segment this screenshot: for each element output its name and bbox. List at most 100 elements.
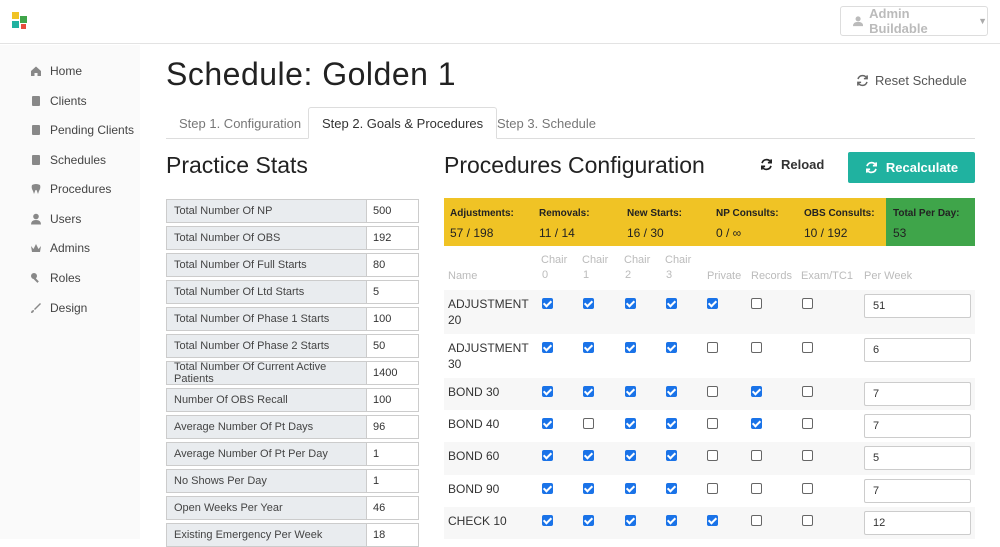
procedure-checkbox[interactable] <box>707 483 718 494</box>
stat-row: Total Number Of NP 500 <box>166 199 419 223</box>
sidebar-item-roles[interactable]: Roles <box>30 268 81 288</box>
sidebar-item-clients[interactable]: Clients <box>30 91 87 111</box>
procedure-checkbox[interactable] <box>583 483 594 494</box>
procedure-checkbox[interactable] <box>542 418 553 429</box>
per-week-input[interactable]: 7 <box>864 414 971 438</box>
procedure-checkbox[interactable] <box>542 342 553 353</box>
procedure-checkbox[interactable] <box>583 342 594 353</box>
procedure-checkbox[interactable] <box>802 386 813 397</box>
app-logo[interactable] <box>11 12 29 30</box>
sidebar-item-design[interactable]: Design <box>30 298 87 318</box>
stat-value-input[interactable]: 50 <box>367 334 419 358</box>
procedure-checkbox[interactable] <box>542 450 553 461</box>
procedure-checkbox[interactable] <box>625 386 636 397</box>
sidebar-item-schedules[interactable]: Schedules <box>30 150 106 170</box>
procedure-checkbox[interactable] <box>802 450 813 461</box>
procedure-checkbox[interactable] <box>542 386 553 397</box>
procedure-checkbox[interactable] <box>583 418 594 429</box>
procedure-checkbox[interactable] <box>666 515 677 526</box>
procedure-checkbox[interactable] <box>802 515 813 526</box>
sidebar-item-admins[interactable]: Admins <box>30 238 90 258</box>
procedure-checkbox[interactable] <box>751 386 762 397</box>
procedure-name: BOND 30 <box>448 385 500 399</box>
procedure-checkbox[interactable] <box>666 483 677 494</box>
recalculate-button[interactable]: Recalculate <box>848 152 975 183</box>
procedure-checkbox[interactable] <box>625 483 636 494</box>
reload-button[interactable]: Reload <box>760 157 824 172</box>
sidebar-item-users[interactable]: Users <box>30 209 81 229</box>
procedure-checkbox[interactable] <box>751 515 762 526</box>
stat-value-input[interactable]: 1 <box>367 469 419 493</box>
procedure-checkbox[interactable] <box>802 342 813 353</box>
sidebar-item-procedures[interactable]: Procedures <box>30 179 111 199</box>
stat-label: Total Number Of Phase 1 Starts <box>166 307 367 331</box>
procedure-checkbox[interactable] <box>707 418 718 429</box>
procedure-checkbox[interactable] <box>666 298 677 309</box>
procedure-checkbox[interactable] <box>751 342 762 353</box>
procedure-checkbox[interactable] <box>751 418 762 429</box>
procedure-checkbox[interactable] <box>751 483 762 494</box>
crown-icon <box>31 244 41 252</box>
stat-value-input[interactable]: 1400 <box>367 361 419 385</box>
procedure-checkbox[interactable] <box>666 342 677 353</box>
procedure-checkbox[interactable] <box>666 386 677 397</box>
procedure-checkbox[interactable] <box>751 298 762 309</box>
stat-label: Average Number Of Pt Per Day <box>166 442 367 466</box>
stat-value-input[interactable]: 1 <box>367 442 419 466</box>
summary-value: 10 / 192 <box>804 226 848 240</box>
procedure-checkbox[interactable] <box>666 418 677 429</box>
stat-value-input[interactable]: 46 <box>367 496 419 520</box>
procedure-name: ADJUSTMENT 20 <box>448 297 529 327</box>
procedure-checkbox[interactable] <box>707 386 718 397</box>
summary-value: 53 <box>893 226 907 240</box>
table-row: BOND 40 7 <box>444 410 975 442</box>
sidebar-item-home[interactable]: Home <box>30 61 82 81</box>
stat-value-input[interactable]: 80 <box>367 253 419 277</box>
tab-schedule[interactable]: Step 3. Schedule <box>484 107 609 139</box>
summary-item: NP Consults: 0 / ∞ <box>716 198 779 246</box>
procedure-checkbox[interactable] <box>802 483 813 494</box>
procedure-checkbox[interactable] <box>707 515 718 526</box>
reset-schedule-button[interactable]: Reset Schedule <box>856 73 967 88</box>
tab-goals-procedures[interactable]: Step 2. Goals & Procedures <box>308 107 498 139</box>
procedure-checkbox[interactable] <box>583 298 594 309</box>
per-week-input[interactable]: 12 <box>864 511 971 535</box>
procedure-checkbox[interactable] <box>583 515 594 526</box>
stat-value-input[interactable]: 100 <box>367 388 419 412</box>
procedure-checkbox[interactable] <box>802 298 813 309</box>
per-week-input[interactable]: 6 <box>864 338 971 362</box>
user-menu-button[interactable]: Admin Buildable ▼ <box>840 6 988 36</box>
refresh-icon <box>857 74 868 87</box>
table-row: BOND 90 7 <box>444 475 975 507</box>
procedure-checkbox[interactable] <box>625 515 636 526</box>
procedure-checkbox[interactable] <box>802 418 813 429</box>
procedure-checkbox[interactable] <box>542 483 553 494</box>
procedure-checkbox[interactable] <box>625 450 636 461</box>
per-week-input[interactable]: 51 <box>864 294 971 318</box>
procedure-checkbox[interactable] <box>625 418 636 429</box>
stat-value-input[interactable]: 500 <box>367 199 419 223</box>
stat-value-input[interactable]: 192 <box>367 226 419 250</box>
stat-value-input[interactable]: 100 <box>367 307 419 331</box>
procedure-checkbox[interactable] <box>542 298 553 309</box>
tab-configuration[interactable]: Step 1. Configuration <box>166 107 314 139</box>
procedure-checkbox[interactable] <box>542 515 553 526</box>
per-week-input[interactable]: 7 <box>864 382 971 406</box>
procedure-checkbox[interactable] <box>625 342 636 353</box>
procedure-checkbox[interactable] <box>583 450 594 461</box>
summary-item: Adjustments: 57 / 198 <box>450 198 514 246</box>
stat-value-input[interactable]: 96 <box>367 415 419 439</box>
procedure-checkbox[interactable] <box>666 450 677 461</box>
procedure-checkbox[interactable] <box>751 450 762 461</box>
stat-value-input[interactable]: 5 <box>367 280 419 304</box>
sidebar-item-pending-clients[interactable]: Pending Clients <box>30 120 134 140</box>
stat-value-input[interactable]: 18 <box>367 523 419 547</box>
per-week-input[interactable]: 5 <box>864 446 971 470</box>
per-week-input[interactable]: 7 <box>864 479 971 503</box>
procedure-checkbox[interactable] <box>707 298 718 309</box>
procedure-checkbox[interactable] <box>707 342 718 353</box>
procedure-checkbox[interactable] <box>583 386 594 397</box>
home-icon <box>31 66 41 76</box>
procedure-checkbox[interactable] <box>625 298 636 309</box>
procedure-checkbox[interactable] <box>707 450 718 461</box>
